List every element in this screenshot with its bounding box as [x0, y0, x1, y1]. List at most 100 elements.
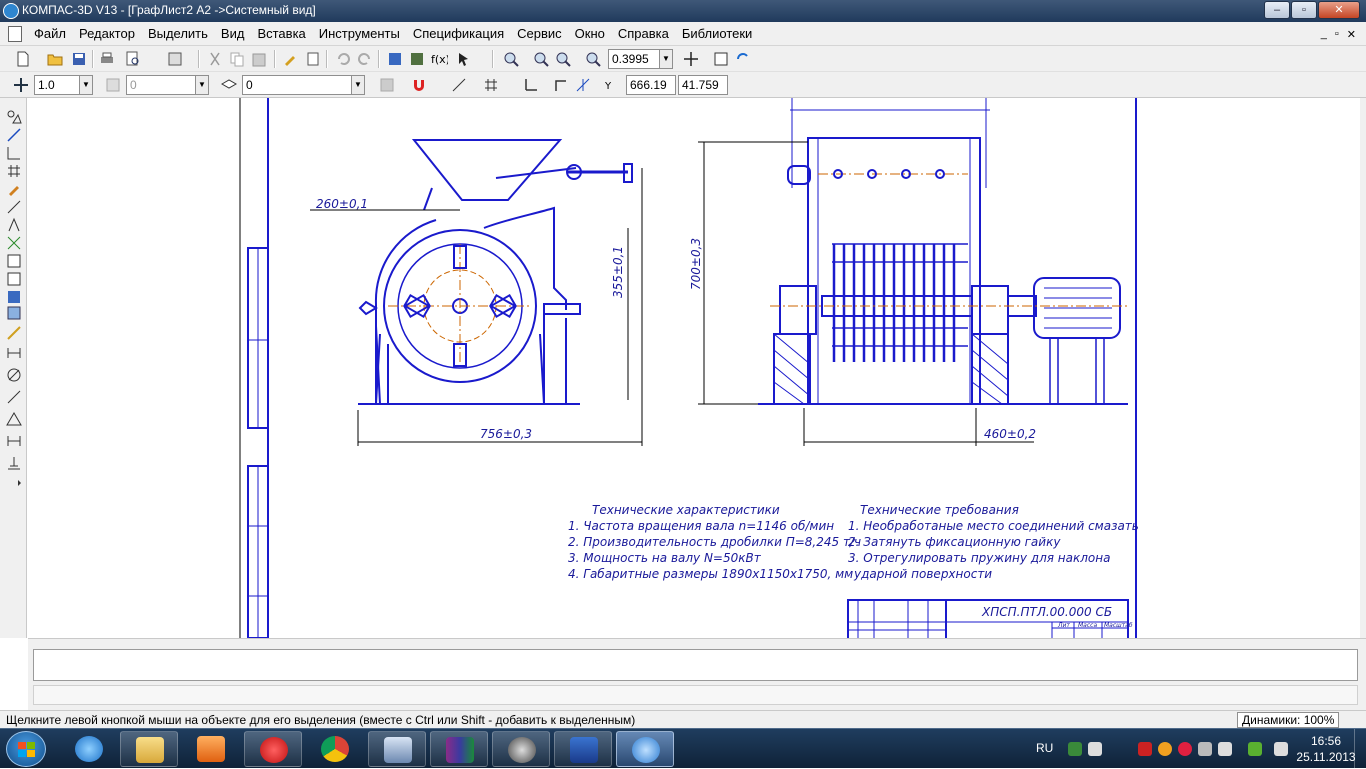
diameter-dim-icon[interactable] [5, 366, 23, 384]
menu-specification[interactable]: Спецификация [413, 26, 504, 41]
zoom-window-icon[interactable] [502, 50, 520, 68]
nvidia-icon[interactable] [1248, 742, 1262, 756]
insert-icon[interactable] [5, 270, 23, 288]
symbols-icon[interactable] [5, 144, 23, 162]
property-field[interactable] [33, 649, 1358, 681]
reports-icon[interactable] [5, 252, 23, 270]
print-icon[interactable] [98, 50, 116, 68]
taskbar-video[interactable] [492, 731, 550, 767]
snap-settings-icon[interactable] [574, 76, 592, 94]
angle-step-dropdown[interactable]: ▼ [195, 75, 209, 95]
cut-icon[interactable] [206, 50, 224, 68]
zoom-in-icon[interactable] [532, 50, 550, 68]
zoom-scale-icon[interactable] [584, 50, 602, 68]
line-tool-icon[interactable] [5, 324, 23, 342]
preview-icon[interactable] [124, 50, 142, 68]
flag-icon[interactable] [1138, 742, 1152, 756]
geometry-icon[interactable] [5, 108, 23, 126]
menu-view[interactable]: Вид [221, 26, 245, 41]
pan-icon[interactable] [682, 50, 700, 68]
clock-date[interactable]: 25.11.2013 [1296, 750, 1356, 764]
editing-icon[interactable] [5, 162, 23, 180]
angle-step-icon[interactable] [104, 76, 122, 94]
kompas-app-icon[interactable] [3, 3, 19, 19]
local-snap-icon[interactable] [450, 76, 468, 94]
tray-red-icon[interactable] [1178, 742, 1192, 756]
list-icon[interactable] [304, 50, 322, 68]
paste-icon[interactable] [250, 50, 268, 68]
manager-icon[interactable] [386, 50, 404, 68]
taskbar-chrome[interactable] [306, 731, 364, 767]
redo-icon[interactable] [356, 50, 374, 68]
new-document-icon[interactable] [14, 50, 32, 68]
leader-icon[interactable] [5, 432, 23, 450]
linear-dim-icon[interactable] [5, 344, 23, 362]
layers-icon[interactable] [220, 76, 238, 94]
tray-app-icon[interactable] [1068, 742, 1082, 756]
parametrization-icon[interactable] [5, 180, 23, 198]
grid-icon[interactable] [482, 76, 500, 94]
undo-icon[interactable] [334, 50, 352, 68]
zoom-scale-input[interactable]: 0.3995 [608, 49, 660, 69]
expand-panel-icon[interactable] [5, 474, 23, 492]
mdi-restore-button[interactable]: ▫ [1335, 28, 1339, 41]
cursor-step-input[interactable]: 1.0 [34, 75, 80, 95]
parameters-icon[interactable] [378, 76, 396, 94]
zoom-scale-dropdown[interactable]: ▼ [659, 49, 673, 69]
angular-dim-icon[interactable] [5, 388, 23, 406]
refresh-icon[interactable] [734, 50, 752, 68]
drawing-sheet[interactable]: 260±0,1 355±0,1 756±0,3 700±0,3 460±0,2 … [28, 98, 1360, 638]
coord-x-input[interactable]: 666.19 [626, 75, 676, 95]
menu-file[interactable]: Файл [34, 26, 66, 41]
select-icon[interactable] [5, 216, 23, 234]
help-pointer-icon[interactable] [456, 50, 474, 68]
base-icon[interactable] [5, 454, 23, 472]
taskbar-word[interactable] [554, 731, 612, 767]
step-cursor-icon[interactable] [12, 76, 30, 94]
taskbar-remote[interactable] [368, 731, 426, 767]
menu-insert[interactable]: Вставка [257, 26, 305, 41]
menu-editor[interactable]: Редактор [79, 26, 135, 41]
volume-icon[interactable] [1218, 742, 1232, 756]
taskbar-winrar[interactable] [430, 731, 488, 767]
menu-service[interactable]: Сервис [517, 26, 562, 41]
library-icon[interactable] [408, 50, 426, 68]
copy-icon[interactable] [228, 50, 246, 68]
show-all-icon[interactable] [712, 50, 730, 68]
ortho-mode-icon[interactable] [552, 76, 570, 94]
format-painter-icon[interactable] [282, 50, 300, 68]
tray-orange-icon[interactable] [1158, 742, 1172, 756]
local-cs-icon[interactable] [522, 76, 540, 94]
taskbar-yandex[interactable] [244, 731, 302, 767]
snap-magnet-icon[interactable] [410, 76, 428, 94]
dimensions-icon[interactable] [5, 126, 23, 144]
properties-icon[interactable] [166, 50, 184, 68]
menu-help[interactable]: Справка [618, 26, 669, 41]
tray-device-icon[interactable] [1198, 742, 1212, 756]
language-indicator[interactable]: RU [1036, 741, 1053, 755]
document-icon[interactable] [8, 26, 22, 42]
open-folder-icon[interactable] [46, 50, 64, 68]
clock-time[interactable]: 16:56 [1296, 734, 1356, 748]
taskbar-ie[interactable] [60, 731, 118, 767]
menu-libraries[interactable]: Библиотеки [682, 26, 752, 41]
menu-tools[interactable]: Инструменты [319, 26, 400, 41]
current-layer-dropdown[interactable]: ▼ [351, 75, 365, 95]
close-button[interactable]: ✕ [1318, 1, 1360, 19]
start-button[interactable] [6, 731, 46, 767]
network-signal-icon[interactable] [1088, 742, 1102, 756]
current-layer-input[interactable]: 0 [242, 75, 352, 95]
show-desktop-button[interactable] [1354, 729, 1366, 769]
cursor-step-dropdown[interactable]: ▼ [79, 75, 93, 95]
spec-icon[interactable] [5, 234, 23, 252]
variables-fx-icon[interactable]: f(x) [430, 50, 448, 68]
views-icon[interactable] [5, 304, 23, 322]
signal-bars-icon[interactable] [1274, 742, 1288, 756]
menu-select[interactable]: Выделить [148, 26, 208, 41]
angle-step-input[interactable]: 0 [126, 75, 196, 95]
coord-y-input[interactable]: 41.759 [678, 75, 728, 95]
mdi-minimize-button[interactable]: _ [1321, 28, 1327, 41]
drawing-canvas[interactable]: 260±0,1 355±0,1 756±0,3 700±0,3 460±0,2 … [28, 98, 1360, 638]
menu-window[interactable]: Окно [575, 26, 605, 41]
save-icon[interactable] [70, 50, 88, 68]
